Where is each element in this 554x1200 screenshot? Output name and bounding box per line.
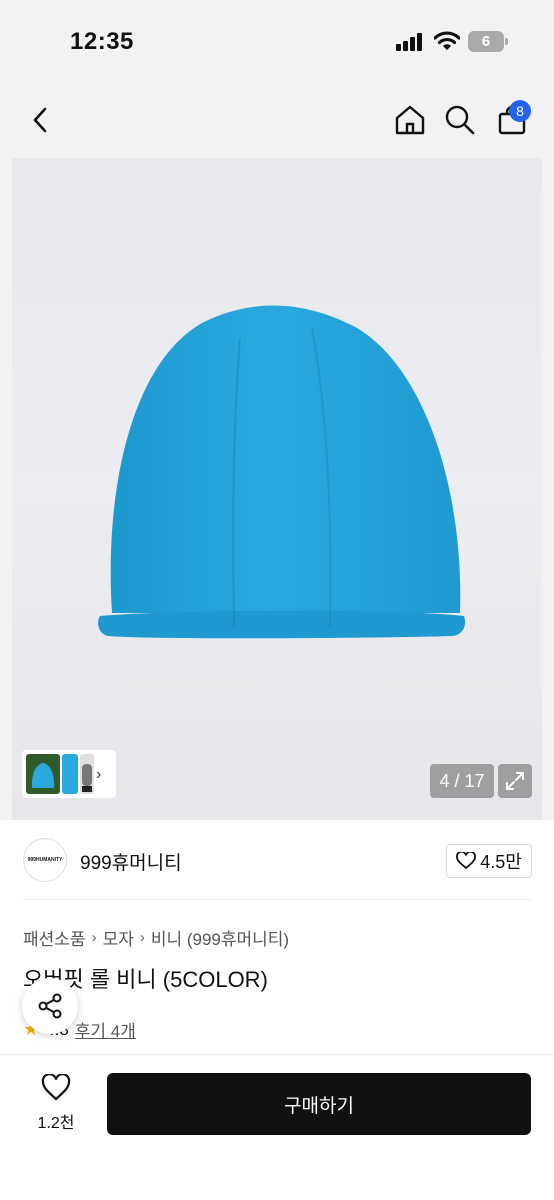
breadcrumb-item-beanie[interactable]: 비니 (999휴머니티) bbox=[151, 925, 289, 950]
back-button[interactable] bbox=[22, 102, 58, 138]
breadcrumb: 패션소품 › 모자 › 비니 (999휴머니티) bbox=[23, 925, 289, 950]
status-time: 12:35 bbox=[70, 28, 134, 55]
breadcrumb-item-hats[interactable]: 모자 bbox=[103, 925, 134, 950]
battery-level: 6 bbox=[468, 31, 504, 52]
search-button[interactable] bbox=[442, 102, 478, 138]
beanie-image bbox=[98, 305, 466, 639]
divider bbox=[23, 899, 531, 900]
breadcrumb-item-fashion-accessories[interactable]: 패션소품 bbox=[23, 925, 86, 950]
wishlist-button[interactable]: 1.2천 bbox=[26, 1073, 86, 1134]
home-button[interactable] bbox=[392, 102, 428, 138]
cart-count-badge: 8 bbox=[509, 100, 531, 122]
chevron-right-icon: › bbox=[91, 929, 97, 946]
chevron-right-icon[interactable]: › bbox=[96, 766, 101, 784]
chevron-left-icon bbox=[33, 107, 47, 133]
thumbnail-3[interactable] bbox=[80, 754, 94, 794]
expand-button[interactable] bbox=[498, 764, 532, 798]
seller-like-count: 4.5만 bbox=[480, 852, 522, 872]
share-button[interactable] bbox=[22, 978, 78, 1034]
chevron-right-icon: › bbox=[139, 929, 145, 946]
heart-icon bbox=[41, 1073, 71, 1101]
share-icon bbox=[38, 993, 62, 1019]
expand-icon bbox=[506, 772, 524, 790]
home-icon bbox=[395, 105, 425, 135]
buy-button[interactable]: 구매하기 bbox=[107, 1073, 531, 1135]
seller-logo[interactable]: 999HUMANITY bbox=[23, 838, 67, 882]
thumbnail-strip[interactable] bbox=[22, 750, 116, 798]
search-icon bbox=[445, 105, 475, 135]
product-image-gallery[interactable] bbox=[0, 158, 554, 820]
wifi-icon bbox=[434, 31, 460, 50]
seller-logo-text: 999HUMANITY bbox=[27, 857, 63, 863]
thumbnail-1[interactable] bbox=[26, 754, 60, 794]
review-count-link[interactable]: 후기 4개 bbox=[75, 1017, 136, 1042]
image-page-counter: 4 / 17 bbox=[430, 764, 494, 798]
status-bar: 12:35 6 bbox=[0, 0, 554, 84]
seller-like-button[interactable]: 4.5만 bbox=[446, 844, 532, 878]
cellular-signal-icon bbox=[396, 33, 424, 51]
app-header bbox=[0, 84, 554, 158]
thumbnail-2[interactable] bbox=[62, 754, 78, 794]
product-photo[interactable] bbox=[12, 158, 542, 820]
wishlist-count: 1.2천 bbox=[37, 1115, 75, 1132]
heart-icon bbox=[456, 852, 477, 870]
battery-icon: 6 bbox=[468, 31, 508, 52]
seller-name[interactable]: 999휴머니티 bbox=[80, 848, 182, 875]
